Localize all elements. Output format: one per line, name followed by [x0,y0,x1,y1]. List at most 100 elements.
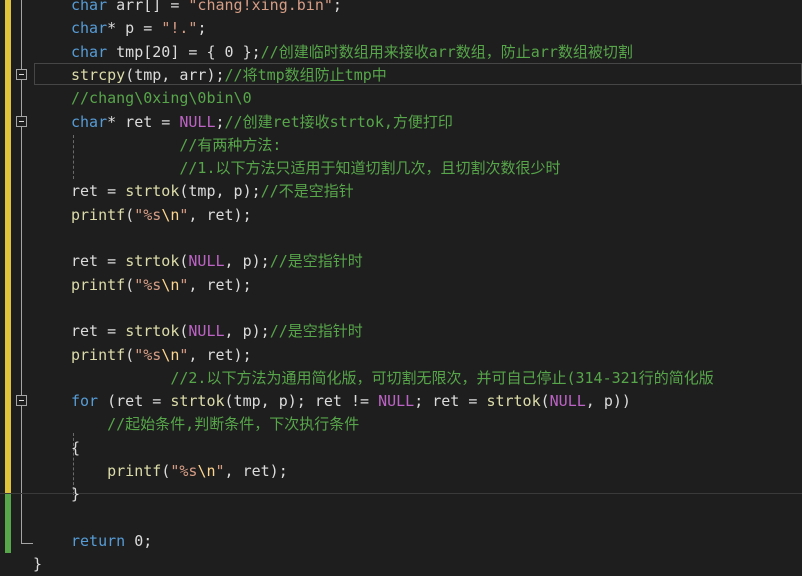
code-token: \n [161,275,180,294]
code-token: //不是空指针 [260,182,354,201]
code-token: //创建ret接收strtok,方便打印 [224,112,453,131]
code-line[interactable]: printf("%s\n", ret); [0,460,802,483]
code-line[interactable]: } [0,483,802,506]
code-token: NULL [378,392,415,411]
code-text[interactable]: printf("%s\n", ret); [71,274,252,297]
code-token: " [215,462,225,480]
code-token: ret = [71,182,126,201]
code-token: char [71,42,108,61]
code-token: * ret = [107,112,180,131]
code-token: , ret); [188,345,252,364]
code-token: arr[] = [107,0,189,14]
code-line[interactable]: printf("%s\n", ret); [0,274,802,297]
code-text[interactable]: //有两种方法: [71,134,281,157]
code-token: "!." [161,19,198,38]
code-token: ret = [71,322,126,341]
code-line[interactable]: ret = strtok(NULL, p);//是空指针时 [0,250,802,273]
code-line[interactable]: { [0,437,802,460]
code-token: //2.以下方法为通用简化版，可切割无限次，并可自己停止(314-321行的简化… [170,368,714,387]
code-text[interactable]: printf("%s\n", ret); [71,460,288,483]
code-text[interactable]: strcpy(tmp, arr);//将tmp数组防止tmp中 [71,64,387,87]
code-text[interactable]: //1.以下方法只适用于知道切割几次，且切割次数很少时 [71,157,561,180]
code-text[interactable]: ret = strtok(NULL, p);//是空指针时 [71,250,363,273]
code-token: "%s [134,345,162,364]
collapse-icon[interactable] [16,115,27,127]
code-token: ( [540,392,550,411]
code-token: \n [197,462,216,480]
collapse-icon[interactable] [16,68,27,80]
code-token: char [71,112,108,131]
code-editor[interactable]: char arr[] = "chang!xing.bin"; char* p = … [0,0,802,573]
code-token: ( [125,205,135,224]
code-token: * p = [107,19,162,38]
code-text[interactable]: char tmp[20] = { 0 };//创建临时数组用来接收arr数组，防… [71,41,633,64]
code-line[interactable]: return 0; [0,530,802,553]
code-token: \n [161,345,180,364]
code-line[interactable]: for (ret = strtok(tmp, p); ret != NULL; … [0,390,802,413]
code-line[interactable]: printf("%s\n", ret); [0,204,802,227]
code-token: strtok [170,392,225,411]
code-token: \n [161,205,180,224]
code-line[interactable]: ret = strtok(NULL, p);//是空指针时 [0,320,802,343]
code-line[interactable] [0,507,802,530]
code-line[interactable]: printf("%s\n", ret); [0,344,802,367]
code-token: printf [71,275,126,294]
code-token: //将tmp数组防止tmp中 [224,65,387,84]
code-text[interactable]: char arr[] = "chang!xing.bin"; [71,0,342,17]
code-token: (tmp, p); ret != [224,392,379,411]
code-token: printf [71,205,126,224]
code-token: for [71,392,99,411]
code-token: char [71,0,108,14]
code-line[interactable] [0,227,802,250]
code-token: ( [125,275,135,294]
code-line[interactable]: strcpy(tmp, arr);//将tmp数组防止tmp中 [0,64,802,87]
code-text[interactable]: return 0; [71,530,152,553]
code-token: NULL [549,392,586,411]
code-line[interactable]: //1.以下方法只适用于知道切割几次，且切割次数很少时 [0,157,802,180]
code-text[interactable]: printf("%s\n", ret); [71,204,252,227]
code-line[interactable]: char arr[] = "chang!xing.bin"; [0,0,802,17]
code-text[interactable]: //2.以下方法为通用简化版，可切割无限次，并可自己停止(314-321行的简化… [71,367,714,390]
code-token: //1.以下方法只适用于知道切割几次，且切割次数很少时 [179,159,561,178]
code-token: NULL [188,252,225,271]
code-text[interactable]: } [71,483,80,506]
code-token: printf [71,345,126,364]
collapse-icon[interactable] [16,395,27,407]
code-line[interactable]: ret = strtok(tmp, p);//不是空指针 [0,180,802,203]
code-line[interactable]: //chang\0xing\0bin\0 [0,87,802,110]
code-line[interactable]: //2.以下方法为通用简化版，可切割无限次，并可自己停止(314-321行的简化… [0,367,802,390]
code-text[interactable]: ret = strtok(NULL, p);//是空指针时 [71,320,363,343]
code-token: ; [332,0,342,14]
code-text[interactable]: char* ret = NULL;//创建ret接收strtok,方便打印 [71,111,453,134]
code-text[interactable]: { [71,437,80,460]
code-token: } [71,485,81,504]
code-line[interactable]: char* ret = NULL;//创建ret接收strtok,方便打印 [0,111,802,134]
code-line[interactable]: //有两种方法: [0,134,802,157]
code-text[interactable]: char* p = "!."; [71,17,206,40]
code-token: tmp[20] = { 0 }; [107,42,261,61]
code-text[interactable]: //chang\0xing\0bin\0 [71,87,252,110]
code-line[interactable]: char tmp[20] = { 0 };//创建临时数组用来接收arr数组，防… [0,41,802,64]
code-text[interactable]: for (ret = strtok(tmp, p); ret != NULL; … [71,390,631,413]
code-token: , ret); [224,462,288,480]
code-token: } [33,555,43,574]
code-token: (tmp, arr); [125,65,225,84]
code-token: ; [215,112,225,131]
code-line[interactable]: } [0,553,802,576]
code-token: , ret); [188,205,252,224]
code-line[interactable]: char* p = "!."; [0,17,802,40]
code-line[interactable]: //起始条件,判断条件，下次执行条件 [0,413,802,436]
code-line[interactable] [0,297,802,320]
code-text[interactable]: ret = strtok(tmp, p);//不是空指针 [71,180,354,203]
code-token: (ret = [98,392,171,411]
code-token: //是空指针时 [269,252,363,271]
code-token: (tmp, p); [179,182,261,201]
code-token: ; ret = [414,392,487,411]
code-text[interactable]: } [33,553,42,576]
code-token: return [71,531,126,550]
code-token: "%s [170,462,198,480]
code-text[interactable]: printf("%s\n", ret); [71,344,252,367]
code-text[interactable]: //起始条件,判断条件，下次执行条件 [71,413,359,436]
